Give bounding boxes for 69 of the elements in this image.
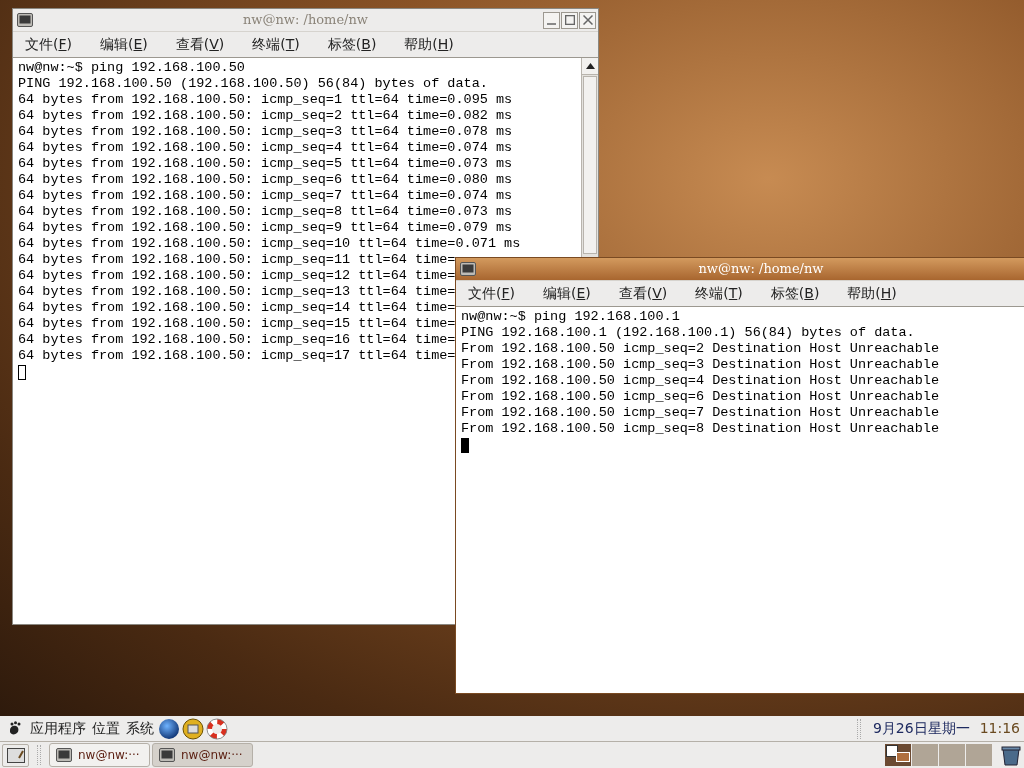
lifebuoy-icon[interactable]: [206, 717, 228, 740]
terminal-icon: [159, 748, 175, 762]
terminal-line: PING 192.168.100.1 (192.168.100.1) 56(84) bytes of data.: [461, 325, 915, 341]
terminal-line: From 192.168.100.50 icmp_seq=7 Destination Host Unreachable: [461, 405, 939, 421]
terminal-line: 64 bytes from 192.168.100.50: icmp_seq=14 ttl=64 time=: [18, 300, 456, 316]
terminal-icon: [56, 748, 72, 762]
up-arrow-icon: [585, 63, 595, 69]
terminal-line: 64 bytes from 192.168.100.50: icmp_seq=3 ttl=64 time=0.078 ms: [18, 124, 513, 140]
terminal-line: 64 bytes from 192.168.100.50: icmp_seq=16 ttl=64 time=: [18, 332, 456, 348]
mail-icon[interactable]: [182, 717, 204, 740]
terminal-line: 64 bytes from 192.168.100.50: icmp_seq=11 ttl=64 time=: [18, 252, 456, 268]
terminal-line: 64 bytes from 192.168.100.50: icmp_seq=2 ttl=64 time=0.082 ms: [18, 108, 513, 124]
close-button[interactable]: [579, 11, 596, 29]
window-icon: [460, 262, 476, 276]
close-icon: [582, 15, 593, 25]
desktop-icon: [6, 747, 25, 763]
scroll-thumb[interactable]: [583, 76, 597, 254]
workspace[interactable]: [885, 744, 911, 766]
menu-item[interactable]: 标签(B): [323, 34, 381, 55]
terminal-line: From 192.168.100.50 icmp_seq=6 Destination Host Unreachable: [461, 389, 939, 405]
menu-item[interactable]: 文件(F): [21, 34, 76, 55]
scrollbar[interactable]: [582, 58, 598, 256]
terminal-line: nw@nw:~$ ping 192.168.100.1: [461, 309, 680, 325]
clock-time[interactable]: 11:16: [979, 718, 1020, 739]
date-text[interactable]: 9月26日星期一: [872, 718, 970, 739]
scroll-up-button[interactable]: [582, 58, 598, 75]
globe-icon[interactable]: [158, 717, 180, 740]
terminal-line: 64 bytes from 192.168.100.50: icmp_seq=5 ttl=64 time=0.073 ms: [18, 156, 513, 172]
terminal-line: 64 bytes from 192.168.100.50: icmp_seq=4 ttl=64 time=0.074 ms: [18, 140, 513, 156]
menu-item[interactable]: 帮助(H): [400, 34, 458, 55]
menu-item[interactable]: 查看(V): [171, 34, 229, 55]
terminal-line: 64 bytes from 192.168.100.50: icmp_seq=12 ttl=64 time=: [18, 268, 456, 284]
minimize-button[interactable]: [543, 11, 560, 29]
terminal-line: 64 bytes from 192.168.100.50: icmp_seq=1 ttl=64 time=0.095 ms: [18, 92, 513, 108]
terminal-line: 64 bytes from 192.168.100.50: icmp_seq=9 ttl=64 time=0.079 ms: [18, 220, 513, 236]
maximize-button[interactable]: [561, 11, 578, 29]
terminal-line: 64 bytes from 192.168.100.50: icmp_seq=6 ttl=64 time=0.080 ms: [18, 172, 513, 188]
menu-item[interactable]: 文件(F): [464, 283, 519, 304]
menu-item[interactable]: 终端(T): [691, 283, 747, 304]
menu-item[interactable]: 终端(T): [248, 34, 304, 55]
terminal-line: From 192.168.100.50 icmp_seq=3 Destination Host Unreachable: [461, 357, 939, 373]
terminal-line: nw@nw:~$ ping 192.168.100.50: [18, 60, 245, 76]
window-title: nw@nw: /home/nw: [698, 260, 824, 279]
terminal-line: 64 bytes from 192.168.100.50: icmp_seq=10 ttl=64 time=0.071 ms: [18, 236, 521, 252]
terminal-line: 64 bytes from 192.168.100.50: icmp_seq=17 ttl=64 time=: [18, 348, 456, 364]
window-title: nw@nw: /home/nw: [243, 11, 368, 30]
trash-icon[interactable]: [1000, 744, 1022, 766]
panel-menu[interactable]: 系统: [126, 718, 154, 739]
task-button[interactable]: nw@nw:···: [49, 743, 150, 767]
terminal-line: 64 bytes from 192.168.100.50: icmp_seq=13 ttl=64 time=: [18, 284, 456, 300]
task-button[interactable]: nw@nw:···: [152, 743, 253, 767]
terminal-line: PING 192.168.100.50 (192.168.100.50) 56(84) bytes of data.: [18, 76, 488, 92]
menu-item[interactable]: 编辑(E): [539, 283, 595, 304]
terminal-line: From 192.168.100.50 icmp_seq=4 Destination Host Unreachable: [461, 373, 939, 389]
menu-item[interactable]: 帮助(H): [843, 283, 901, 304]
terminal-line: From 192.168.100.50 icmp_seq=8 Destination Host Unreachable: [461, 421, 939, 437]
menu-item[interactable]: 查看(V): [614, 283, 672, 304]
maximize-icon: [564, 15, 575, 25]
terminal-line: 64 bytes from 192.168.100.50: icmp_seq=8 ttl=64 time=0.073 ms: [18, 204, 513, 220]
terminal-line: From 192.168.100.50 icmp_seq=2 Destination Host Unreachable: [461, 341, 939, 357]
window-icon: [17, 13, 33, 27]
menu-item[interactable]: 标签(B): [766, 283, 824, 304]
terminal-line: 64 bytes from 192.168.100.50: icmp_seq=15 ttl=64 time=: [18, 316, 456, 332]
panel-menu[interactable]: 应用程序: [30, 718, 86, 739]
terminal-line: 64 bytes from 192.168.100.50: icmp_seq=7 ttl=64 time=0.074 ms: [18, 188, 513, 204]
menu-item[interactable]: 编辑(E): [96, 34, 152, 55]
minimize-icon: [547, 23, 556, 25]
panel-menu[interactable]: 位置: [92, 718, 120, 739]
show-desktop-button[interactable]: [2, 743, 29, 767]
